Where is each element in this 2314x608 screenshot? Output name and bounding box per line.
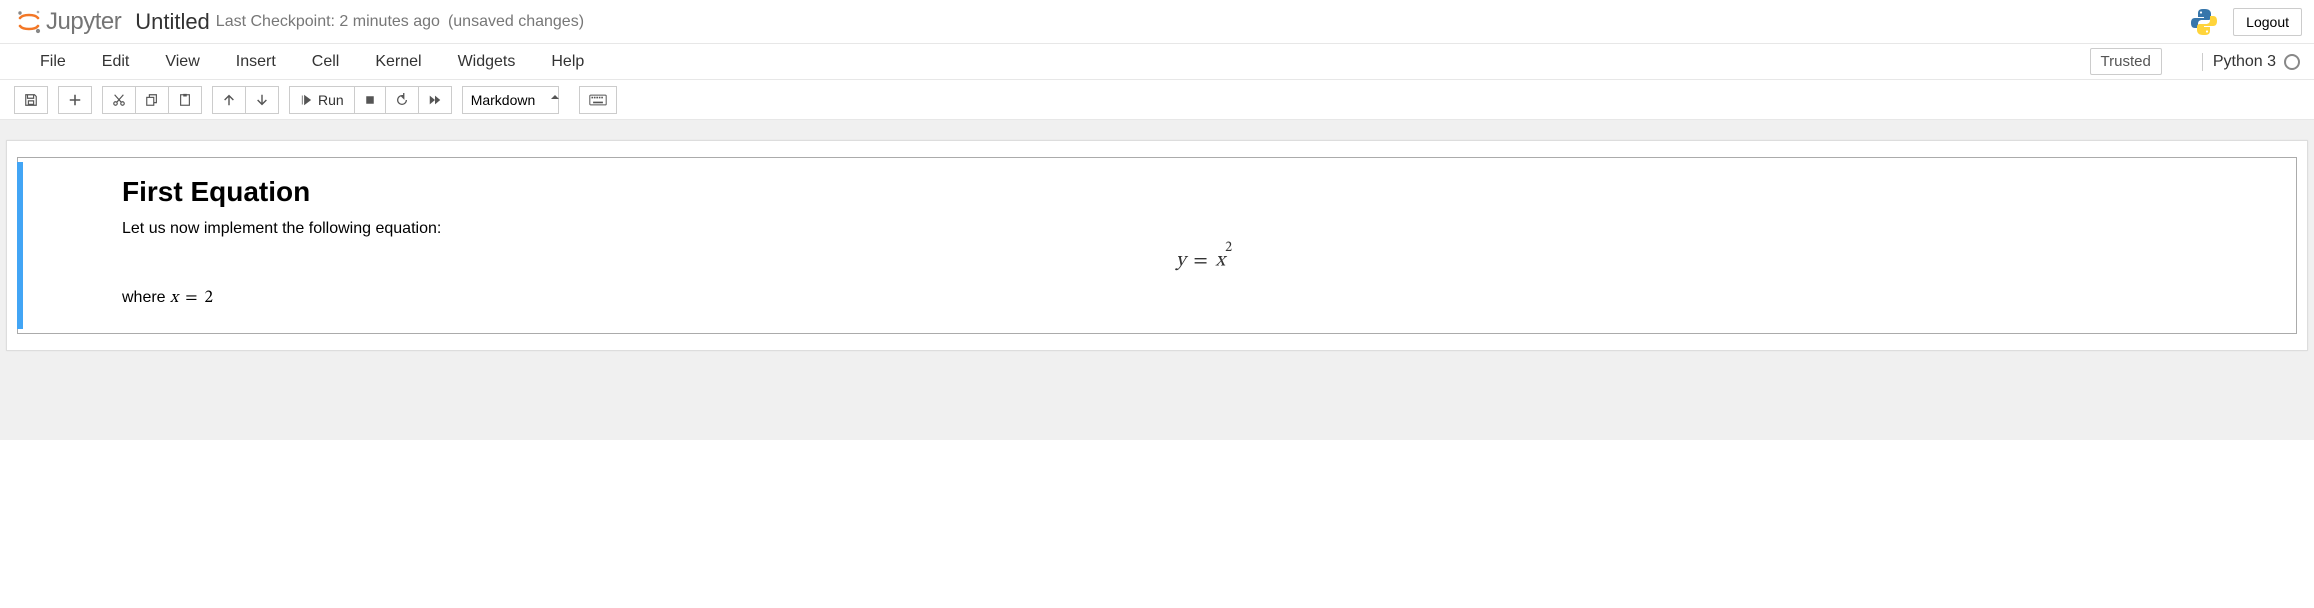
trusted-indicator[interactable]: Trusted — [2090, 48, 2162, 75]
kernel-name[interactable]: Python 3 — [2202, 53, 2276, 71]
cell-where: where x = 2 — [122, 288, 2286, 309]
cell-heading: First Equation — [122, 176, 2286, 208]
interrupt-button[interactable] — [355, 86, 386, 114]
cut-button[interactable] — [102, 86, 136, 114]
brand-text: Jupyter — [46, 8, 121, 36]
menu-help[interactable]: Help — [533, 47, 602, 77]
jupyter-planet-icon — [16, 9, 42, 35]
markdown-cell[interactable]: First Equation Let us now implement the … — [17, 157, 2297, 334]
restart-run-all-button[interactable] — [419, 86, 452, 114]
save-button[interactable] — [14, 86, 48, 114]
menubar: File Edit View Insert Cell Kernel Widget… — [0, 44, 2314, 80]
menu-cell[interactable]: Cell — [294, 47, 358, 77]
menu-edit[interactable]: Edit — [84, 47, 148, 77]
header: Jupyter Untitled Last Checkpoint: 2 minu… — [0, 0, 2314, 44]
logout-button[interactable]: Logout — [2233, 8, 2302, 36]
jupyter-logo[interactable]: Jupyter — [16, 8, 121, 36]
run-button[interactable]: Run — [289, 86, 355, 114]
copy-icon — [145, 93, 159, 107]
menu-file[interactable]: File — [22, 47, 84, 77]
stop-icon — [364, 94, 376, 106]
run-button-label: Run — [318, 92, 344, 108]
restart-button[interactable] — [386, 86, 419, 114]
paste-button[interactable] — [169, 86, 202, 114]
kernel-idle-icon — [2284, 54, 2300, 70]
equation-display: y = x2 — [122, 246, 2286, 274]
cell-type-select[interactable]: Markdown — [462, 86, 559, 114]
cell-content: First Equation Let us now implement the … — [112, 162, 2296, 329]
command-palette-button[interactable] — [579, 86, 617, 114]
copy-button[interactable] — [136, 86, 169, 114]
menu-view[interactable]: View — [147, 47, 217, 77]
move-up-button[interactable] — [212, 86, 246, 114]
checkpoint-status: Last Checkpoint: 2 minutes ago — [216, 13, 440, 31]
menu-insert[interactable]: Insert — [218, 47, 294, 77]
menu-kernel[interactable]: Kernel — [357, 47, 439, 77]
scissors-icon — [112, 93, 126, 107]
autosave-status: (unsaved changes) — [448, 13, 584, 31]
notebook-area: First Equation Let us now implement the … — [0, 120, 2314, 440]
arrow-down-icon — [255, 93, 269, 107]
keyboard-icon — [589, 94, 607, 106]
python-logo-icon — [2189, 7, 2219, 37]
toolbar: Run Markdown — [0, 80, 2314, 120]
restart-icon — [395, 93, 409, 107]
plus-icon — [68, 93, 82, 107]
cell-prompt — [17, 162, 112, 329]
arrow-up-icon — [222, 93, 236, 107]
paste-icon — [178, 93, 192, 107]
menu-widgets[interactable]: Widgets — [440, 47, 534, 77]
notebook-container: First Equation Let us now implement the … — [6, 140, 2308, 351]
fast-forward-icon — [428, 93, 442, 107]
insert-cell-below-button[interactable] — [58, 86, 92, 114]
notebook-name[interactable]: Untitled — [135, 9, 210, 35]
cell-intro: Let us now implement the following equat… — [122, 220, 2286, 238]
move-down-button[interactable] — [246, 86, 279, 114]
save-icon — [24, 93, 38, 107]
run-icon — [300, 94, 312, 106]
